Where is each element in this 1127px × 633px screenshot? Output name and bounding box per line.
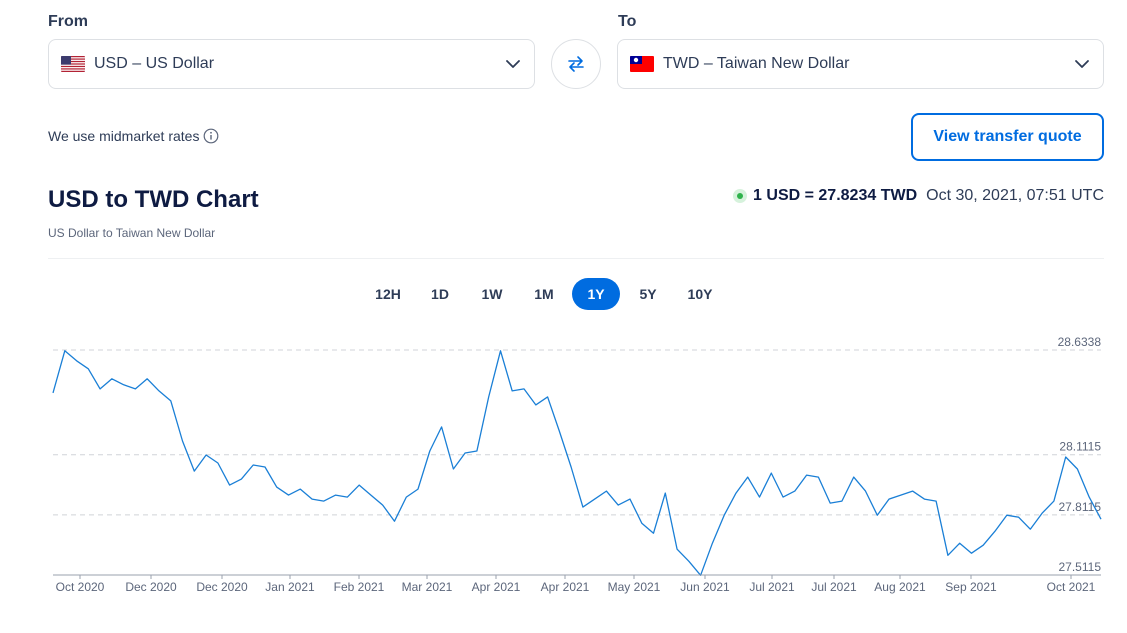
x-tick-label: Jul 2021 (749, 580, 795, 594)
exchange-rate-chart[interactable]: 28.633828.111527.811527.5115Oct 2020 Dec … (0, 320, 1127, 610)
range-1m-button[interactable]: 1M (520, 278, 568, 310)
rate-timestamp: Oct 30, 2021, 07:51 UTC (926, 187, 1104, 204)
y-tick-label: 28.6338 (1058, 335, 1102, 349)
x-tick-label: Oct 2021 (1047, 580, 1096, 594)
to-label: To (618, 13, 637, 30)
x-tick-label: Aug 2021 (874, 580, 926, 594)
range-1w-button[interactable]: 1W (468, 278, 516, 310)
x-tick-label: May 2021 (608, 580, 661, 594)
range-1d-button[interactable]: 1D (416, 278, 464, 310)
swap-currencies-button[interactable] (551, 39, 601, 89)
range-10y-button[interactable]: 10Y (676, 278, 724, 310)
us-flag-icon (61, 56, 85, 72)
chart-title: USD to TWD Chart (48, 186, 259, 213)
x-tick-label: Jul 2021 (811, 580, 857, 594)
y-tick-label: 27.5115 (1059, 560, 1102, 574)
range-1y-button[interactable]: 1Y (572, 278, 620, 310)
rate-value: 1 USD = 27.8234 TWD (753, 187, 918, 204)
x-tick-label: Feb 2021 (334, 580, 385, 594)
x-tick-label: Jun 2021 (680, 580, 730, 594)
taiwan-flag-icon (630, 56, 654, 72)
from-currency-value: USD – US Dollar (94, 55, 215, 72)
x-tick-label: Sep 2021 (945, 580, 997, 594)
divider (48, 258, 1104, 259)
info-icon[interactable] (203, 128, 219, 144)
chevron-down-icon (1075, 60, 1089, 68)
to-currency-value: TWD – Taiwan New Dollar (663, 55, 850, 72)
midmarket-text: We use midmarket rates (48, 128, 200, 144)
chart-subtitle: US Dollar to Taiwan New Dollar (48, 226, 216, 240)
to-currency-select[interactable]: TWD – Taiwan New Dollar (617, 39, 1104, 89)
x-tick-label: Apr 2021 (472, 580, 521, 594)
view-transfer-quote-button[interactable]: View transfer quote (911, 113, 1104, 161)
series-line (52, 350, 1102, 576)
range-12h-button[interactable]: 12H (364, 278, 412, 310)
chevron-down-icon (506, 60, 520, 68)
from-currency-select[interactable]: USD – US Dollar (48, 39, 535, 89)
from-label: From (48, 13, 88, 30)
y-tick-label: 28.1115 (1059, 440, 1101, 454)
x-tick-label: Jan 2021 (265, 580, 315, 594)
live-status-icon (733, 189, 748, 203)
midmarket-note: We use midmarket rates (48, 128, 219, 144)
x-tick-label: Dec 2020 (125, 580, 177, 594)
x-tick-label: Apr 2021 (541, 580, 590, 594)
swap-arrows-icon (568, 56, 584, 72)
x-tick-label: Dec 2020 (196, 580, 248, 594)
x-tick-label: Mar 2021 (402, 580, 453, 594)
x-tick-label: Oct 2020 (56, 580, 105, 594)
live-rate: 1 USD = 27.8234 TWD Oct 30, 2021, 07:51 … (733, 187, 1104, 205)
time-range-selector: 12H 1D 1W 1M 1Y 5Y 10Y (364, 278, 724, 310)
range-5y-button[interactable]: 5Y (624, 278, 672, 310)
